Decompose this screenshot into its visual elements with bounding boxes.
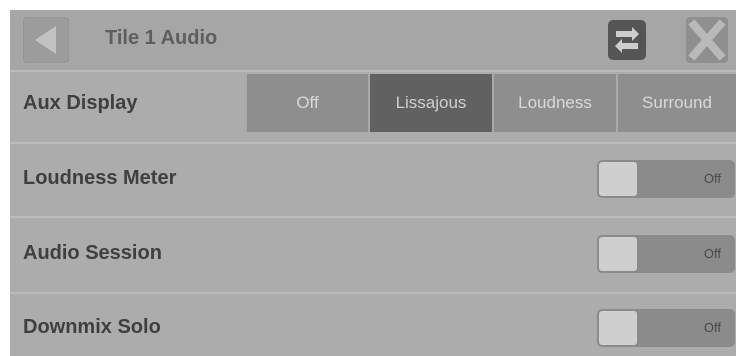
downmix-solo-label: Downmix Solo (23, 316, 161, 338)
loudness-meter-label: Loudness Meter (23, 167, 177, 189)
aux-display-label: Aux Display (23, 92, 138, 114)
audio-session-row: Audio Session Off (10, 216, 736, 292)
toggle-state: Off (703, 171, 721, 186)
title-bar: Tile 1 Audio (10, 10, 736, 70)
page-title: Tile 1 Audio (105, 27, 218, 49)
aux-option-off[interactable]: Off (245, 74, 368, 132)
toggle-state: Off (703, 246, 721, 261)
close-x-icon (686, 17, 728, 63)
toggle-state: Off (703, 320, 721, 335)
back-button[interactable] (23, 17, 69, 63)
close-button[interactable] (686, 17, 728, 63)
downmix-solo-row: Downmix Solo Off (10, 292, 736, 356)
loudness-meter-toggle[interactable]: Off (597, 160, 735, 198)
toggle-knob (599, 162, 637, 196)
loudness-meter-row: Loudness Meter Off (10, 142, 736, 216)
back-arrow-icon (35, 26, 56, 54)
aux-option-surround[interactable]: Surround (616, 74, 736, 132)
swap-arrows-icon (615, 27, 639, 53)
downmix-solo-toggle[interactable]: Off (597, 309, 735, 347)
audio-session-label: Audio Session (23, 242, 162, 264)
toggle-knob (599, 311, 637, 345)
tile-audio-panel: Tile 1 Audio Aux Display Off Lissajous L… (10, 10, 736, 356)
aux-option-loudness[interactable]: Loudness (492, 74, 616, 132)
audio-session-toggle[interactable]: Off (597, 235, 735, 273)
aux-option-lissajous[interactable]: Lissajous (368, 74, 492, 132)
toggle-knob (599, 237, 637, 271)
swap-button[interactable] (608, 20, 646, 60)
aux-display-row: Aux Display Off Lissajous Loudness Surro… (10, 70, 736, 142)
